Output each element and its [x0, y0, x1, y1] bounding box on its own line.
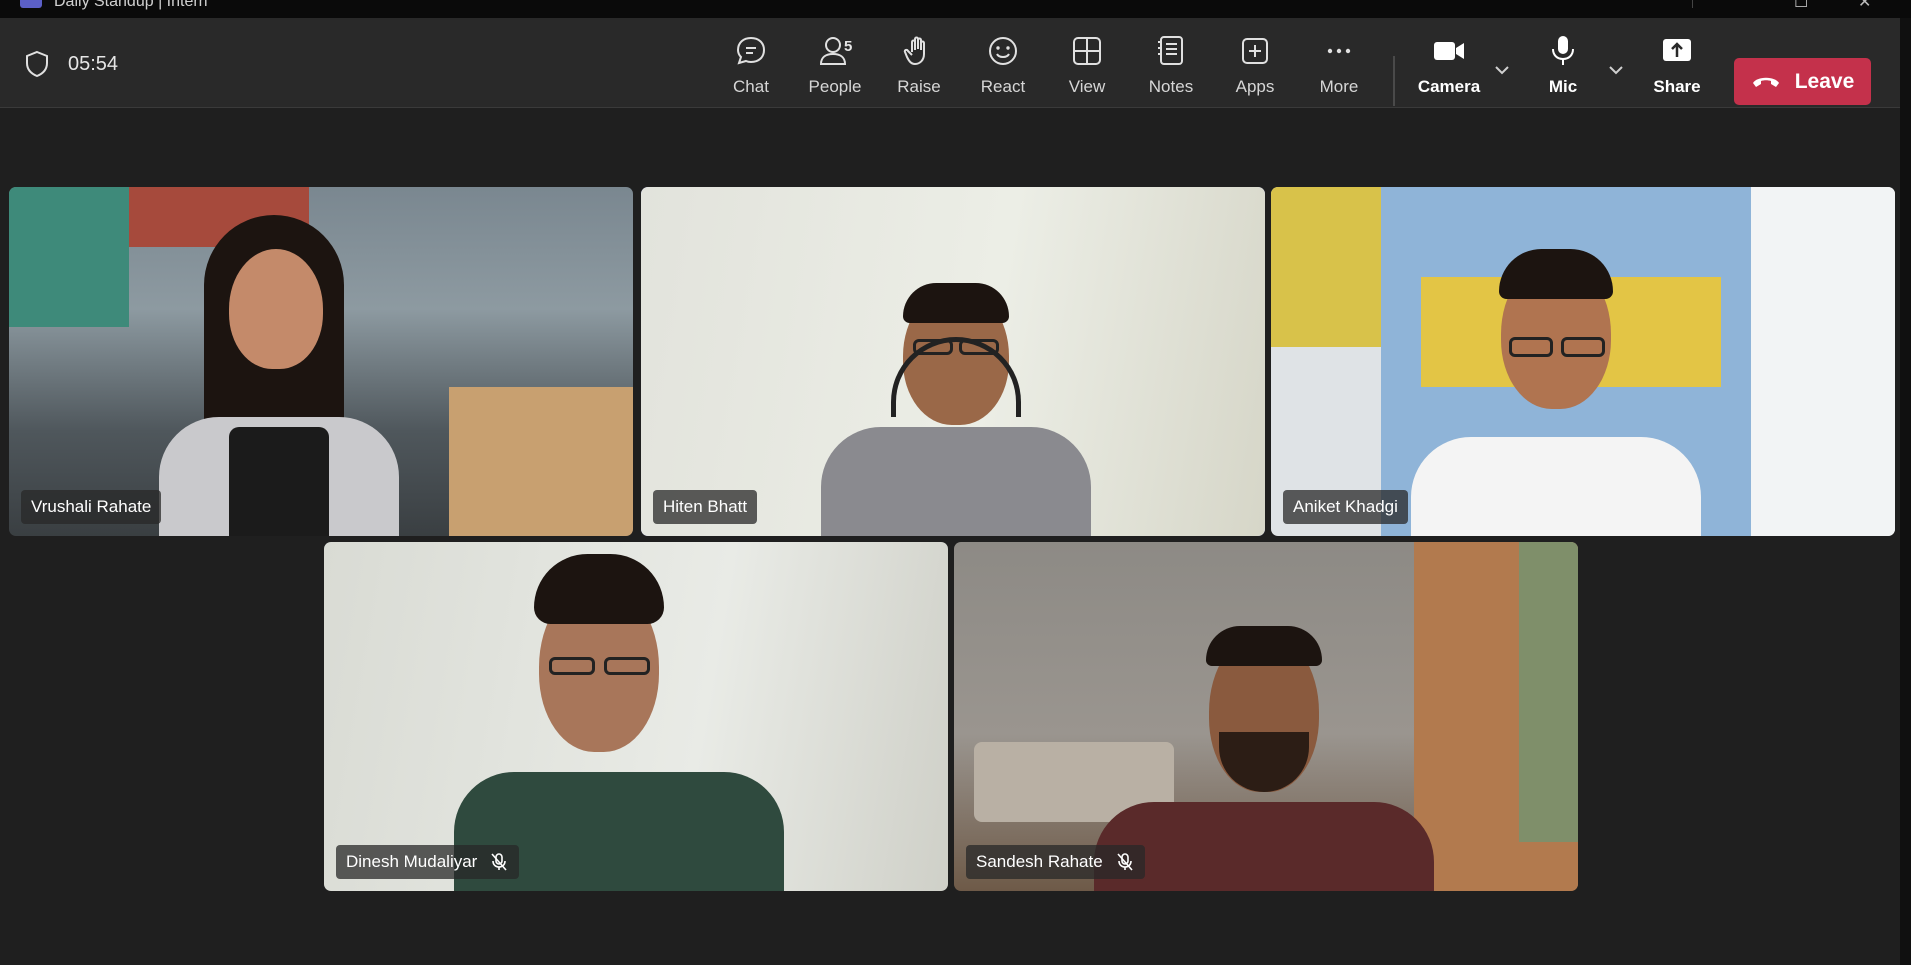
participant-name: Hiten Bhatt: [663, 497, 748, 516]
more-button[interactable]: More: [1304, 32, 1374, 102]
participant-name-tag: Dinesh Mudaliyar: [336, 845, 520, 879]
maximize-icon[interactable]: ☐: [1794, 0, 1808, 12]
react-label: React: [980, 77, 1026, 96]
title-bar-divider: [1692, 0, 1693, 8]
video-gallery: Vrushali Rahate Hiten Bhatt Aniket Khadg…: [0, 109, 1900, 965]
react-button[interactable]: React: [968, 32, 1038, 102]
participant-name-tag: Aniket Khadgi: [1283, 490, 1408, 524]
meeting-timer: 05:54: [68, 53, 119, 75]
microphone-icon: [1552, 36, 1574, 65]
add-app-icon: [1242, 38, 1268, 64]
meeting-toolbar: 05:54 Chat 5 People Raise React View Not…: [0, 18, 1900, 108]
window-title: Daily Standup | Intern: [54, 0, 208, 10]
apps-label: Apps: [1235, 77, 1275, 96]
camera-button[interactable]: Camera: [1414, 32, 1484, 102]
mic-button[interactable]: Mic: [1528, 32, 1598, 102]
people-count-badge: 5: [844, 38, 853, 55]
window-title-bar: Daily Standup | Intern ☐ ✕: [0, 0, 1911, 18]
camera-label: Camera: [1417, 77, 1481, 96]
mic-off-icon: [491, 853, 507, 871]
raise-hand-icon: [903, 36, 925, 65]
shield-icon[interactable]: [24, 50, 50, 78]
chat-button[interactable]: Chat: [716, 32, 786, 102]
chat-icon: [736, 36, 766, 65]
teams-logo-icon: [20, 0, 42, 8]
participant-tile[interactable]: Vrushali Rahate: [9, 187, 633, 536]
people-label: People: [808, 77, 862, 96]
participant-name-tag: Hiten Bhatt: [653, 490, 758, 524]
participant-name: Aniket Khadgi: [1293, 497, 1398, 516]
view-label: View: [1068, 77, 1106, 96]
participant-name: Dinesh Mudaliyar: [346, 852, 478, 871]
hang-up-phone-icon: [1752, 77, 1779, 87]
participant-tile-active-speaker[interactable]: Hiten Bhatt: [641, 187, 1265, 536]
notes-button[interactable]: Notes: [1136, 32, 1206, 102]
raise-label: Raise: [897, 77, 941, 96]
share-screen-icon: [1663, 39, 1691, 61]
share-button[interactable]: Share: [1642, 32, 1712, 102]
toolbar-separator: [1393, 56, 1395, 106]
notes-icon: [1158, 36, 1183, 65]
leave-label: Leave: [1794, 69, 1855, 93]
camera-options-chevron-icon[interactable]: [1490, 58, 1514, 82]
more-label: More: [1319, 77, 1359, 96]
camera-icon: [1434, 42, 1464, 60]
chat-label: Chat: [733, 77, 769, 96]
window-edge: [1900, 18, 1911, 965]
raise-hand-button[interactable]: Raise: [884, 32, 954, 102]
smiley-icon: [989, 37, 1017, 65]
close-icon[interactable]: ✕: [1858, 0, 1871, 12]
leave-button[interactable]: Leave: [1734, 58, 1871, 105]
view-button[interactable]: View: [1052, 32, 1122, 102]
participant-tile[interactable]: Sandesh Rahate: [954, 542, 1578, 891]
notes-label: Notes: [1148, 77, 1194, 96]
participant-name-tag: Sandesh Rahate: [966, 845, 1145, 879]
grid-view-icon: [1073, 37, 1101, 65]
apps-button[interactable]: Apps: [1220, 32, 1290, 102]
mic-label: Mic: [1548, 77, 1578, 96]
participant-name-tag: Vrushali Rahate: [21, 490, 162, 524]
window-view: [1519, 542, 1578, 842]
wall-panel: [9, 187, 129, 327]
mic-off-icon: [1117, 853, 1133, 871]
desk: [449, 387, 633, 536]
mic-options-chevron-icon[interactable]: [1604, 58, 1628, 82]
wall-panel: [1751, 187, 1895, 536]
participant-tile[interactable]: Aniket Khadgi: [1271, 187, 1895, 536]
participant-tile[interactable]: Dinesh Mudaliyar: [324, 542, 948, 891]
share-label: Share: [1653, 77, 1701, 96]
participant-name: Sandesh Rahate: [976, 852, 1103, 871]
more-ellipsis-icon: [1327, 48, 1351, 54]
people-button[interactable]: 5 People: [800, 32, 870, 102]
participant-name: Vrushali Rahate: [31, 497, 152, 516]
